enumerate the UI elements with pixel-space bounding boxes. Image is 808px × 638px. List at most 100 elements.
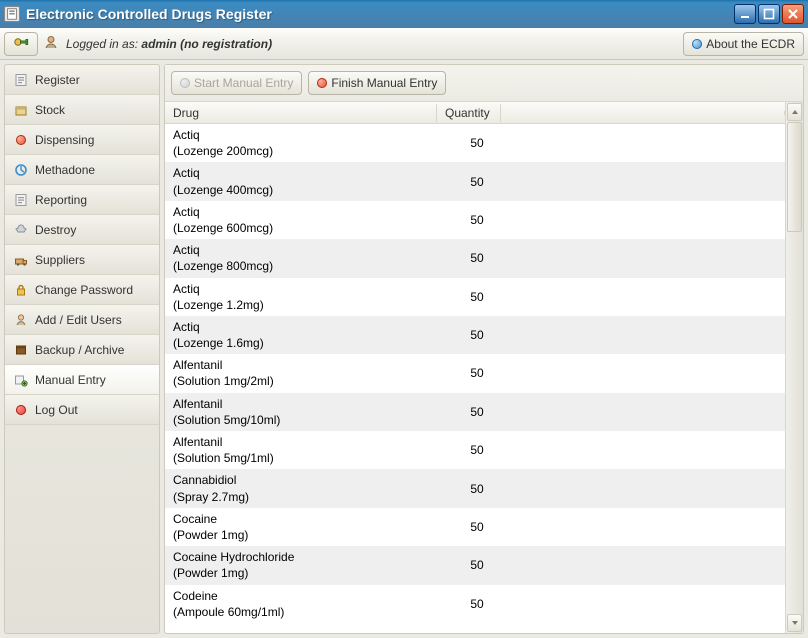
session-button[interactable] bbox=[4, 32, 38, 56]
cell-quantity: 50 bbox=[445, 366, 509, 380]
methadone-icon bbox=[13, 162, 29, 178]
sidebar-item-suppliers[interactable]: Suppliers bbox=[5, 245, 159, 275]
scroll-thumb[interactable] bbox=[787, 122, 802, 232]
sidebar-item-label: Log Out bbox=[35, 403, 78, 417]
cell-quantity: 50 bbox=[445, 213, 509, 227]
sidebar-item-reporting[interactable]: Reporting bbox=[5, 185, 159, 215]
sidebar: Register Stock Dispensing Methadone Reportin… bbox=[4, 64, 160, 634]
finish-manual-entry-button[interactable]: Finish Manual Entry bbox=[308, 71, 446, 95]
table-row[interactable]: Cannabidiol(Spray 2.7mg)50 bbox=[165, 469, 785, 507]
cell-quantity: 50 bbox=[445, 443, 509, 457]
key-icon bbox=[13, 36, 29, 51]
sidebar-item-manual-entry[interactable]: Manual Entry bbox=[5, 365, 159, 395]
cell-drug: Actiq(Lozenge 400mcg) bbox=[173, 165, 445, 197]
start-label: Start Manual Entry bbox=[194, 76, 293, 90]
cell-quantity: 50 bbox=[445, 405, 509, 419]
cell-drug: Codeine(Ampoule 60mg/1ml) bbox=[173, 588, 445, 620]
users-icon bbox=[13, 312, 29, 328]
sidebar-item-backup-archive[interactable]: Backup / Archive bbox=[5, 335, 159, 365]
table-row[interactable]: Actiq(Lozenge 200mcg)50 bbox=[165, 124, 785, 162]
register-icon bbox=[13, 72, 29, 88]
cell-quantity: 50 bbox=[445, 597, 509, 611]
column-spacer bbox=[501, 111, 785, 115]
logged-in-text: Logged in as: admin (no registration) bbox=[66, 37, 272, 51]
table-row[interactable]: Actiq(Lozenge 1.6mg)50 bbox=[165, 316, 785, 354]
finish-label: Finish Manual Entry bbox=[331, 76, 437, 90]
manual-entry-icon bbox=[13, 372, 29, 388]
sidebar-item-add-edit-users[interactable]: Add / Edit Users bbox=[5, 305, 159, 335]
scroll-down-button[interactable] bbox=[787, 614, 802, 632]
sidebar-item-change-password[interactable]: Change Password bbox=[5, 275, 159, 305]
table-row[interactable]: Alfentanil(Solution 5mg/10ml)50 bbox=[165, 393, 785, 431]
stock-icon bbox=[13, 102, 29, 118]
finish-icon bbox=[317, 78, 327, 88]
scroll-up-button[interactable] bbox=[787, 103, 802, 121]
about-label: About the ECDR bbox=[706, 37, 795, 51]
window-title: Electronic Controlled Drugs Register bbox=[26, 6, 734, 22]
sidebar-item-label: Register bbox=[35, 73, 80, 87]
table-row[interactable]: Cocaine Hydrochloride(Powder 1mg)50 bbox=[165, 546, 785, 584]
sidebar-item-label: Add / Edit Users bbox=[35, 313, 122, 327]
main-panel: Start Manual Entry Finish Manual Entry D… bbox=[164, 64, 804, 634]
column-drug[interactable]: Drug bbox=[165, 104, 437, 122]
cell-drug: Actiq(Lozenge 800mcg) bbox=[173, 242, 445, 274]
table: Drug Quantity Actiq(Lozenge 200mcg)50Act… bbox=[165, 102, 803, 633]
dispensing-icon bbox=[13, 132, 29, 148]
table-row[interactable]: Actiq(Lozenge 800mcg)50 bbox=[165, 239, 785, 277]
password-icon bbox=[13, 282, 29, 298]
sidebar-item-stock[interactable]: Stock bbox=[5, 95, 159, 125]
user-icon bbox=[44, 35, 58, 52]
cell-quantity: 50 bbox=[445, 558, 509, 572]
cell-drug: Cannabidiol(Spray 2.7mg) bbox=[173, 472, 445, 504]
table-row[interactable]: Cocaine(Powder 1mg)50 bbox=[165, 508, 785, 546]
table-row[interactable]: Actiq(Lozenge 400mcg)50 bbox=[165, 162, 785, 200]
window-titlebar: Electronic Controlled Drugs Register bbox=[0, 0, 808, 28]
cell-drug: Alfentanil(Solution 1mg/2ml) bbox=[173, 357, 445, 389]
cell-drug: Actiq(Lozenge 1.2mg) bbox=[173, 281, 445, 313]
reporting-icon bbox=[13, 192, 29, 208]
content-area: Register Stock Dispensing Methadone Reportin… bbox=[0, 60, 808, 638]
column-quantity[interactable]: Quantity bbox=[437, 104, 501, 122]
start-manual-entry-button[interactable]: Start Manual Entry bbox=[171, 71, 302, 95]
sidebar-item-label: Destroy bbox=[35, 223, 76, 237]
cell-drug: Cocaine(Powder 1mg) bbox=[173, 511, 445, 543]
cell-quantity: 50 bbox=[445, 175, 509, 189]
sidebar-item-register[interactable]: Register bbox=[5, 65, 159, 95]
table-row[interactable]: Alfentanil(Solution 1mg/2ml)50 bbox=[165, 354, 785, 392]
cell-quantity: 50 bbox=[445, 328, 509, 342]
logout-icon bbox=[13, 402, 29, 418]
table-row[interactable]: Actiq(Lozenge 600mcg)50 bbox=[165, 201, 785, 239]
table-row[interactable]: Alfentanil(Solution 5mg/1ml)50 bbox=[165, 431, 785, 469]
sidebar-item-label: Change Password bbox=[35, 283, 133, 297]
sidebar-item-label: Suppliers bbox=[35, 253, 85, 267]
window-minimize-button[interactable] bbox=[734, 4, 756, 24]
sidebar-item-log-out[interactable]: Log Out bbox=[5, 395, 159, 425]
sidebar-item-label: Methadone bbox=[35, 163, 95, 177]
about-button[interactable]: About the ECDR bbox=[683, 32, 804, 56]
cell-drug: Alfentanil(Solution 5mg/1ml) bbox=[173, 434, 445, 466]
cell-drug: Actiq(Lozenge 200mcg) bbox=[173, 127, 445, 159]
backup-icon bbox=[13, 342, 29, 358]
table-row[interactable]: Actiq(Lozenge 1.2mg)50 bbox=[165, 278, 785, 316]
cell-quantity: 50 bbox=[445, 520, 509, 534]
cell-quantity: 50 bbox=[445, 482, 509, 496]
sidebar-item-label: Reporting bbox=[35, 193, 87, 207]
sidebar-item-methadone[interactable]: Methadone bbox=[5, 155, 159, 185]
info-icon bbox=[692, 39, 702, 49]
destroy-icon bbox=[13, 222, 29, 238]
table-row[interactable]: Codeine(Ampoule 60mg/1ml)50 bbox=[165, 585, 785, 623]
start-icon bbox=[180, 78, 190, 88]
window-close-button[interactable] bbox=[782, 4, 804, 24]
cell-quantity: 50 bbox=[445, 136, 509, 150]
sidebar-item-label: Backup / Archive bbox=[35, 343, 124, 357]
vertical-scrollbar[interactable] bbox=[785, 102, 803, 633]
sidebar-item-label: Dispensing bbox=[35, 133, 94, 147]
toolbar: Logged in as: admin (no registration) Ab… bbox=[0, 28, 808, 60]
cell-drug: Actiq(Lozenge 600mcg) bbox=[173, 204, 445, 236]
sidebar-item-dispensing[interactable]: Dispensing bbox=[5, 125, 159, 155]
window-maximize-button[interactable] bbox=[758, 4, 780, 24]
sidebar-item-label: Stock bbox=[35, 103, 65, 117]
sidebar-item-destroy[interactable]: Destroy bbox=[5, 215, 159, 245]
cell-quantity: 50 bbox=[445, 290, 509, 304]
action-bar: Start Manual Entry Finish Manual Entry bbox=[165, 65, 803, 102]
